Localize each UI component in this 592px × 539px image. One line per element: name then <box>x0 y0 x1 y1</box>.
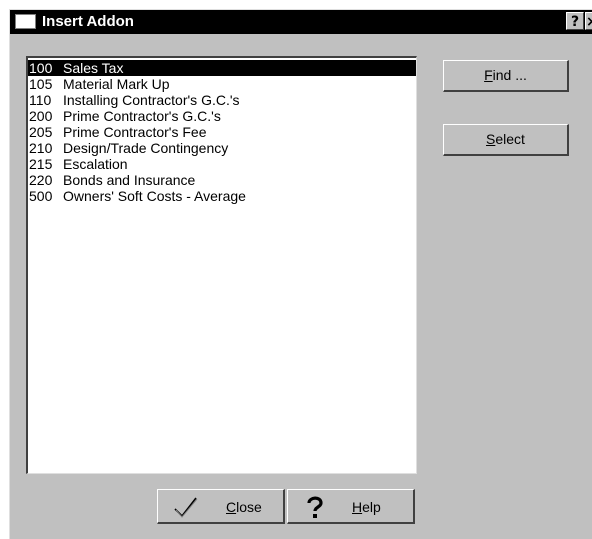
checkmark-icon <box>174 497 198 518</box>
list-item[interactable]: 205 Prime Contractor's Fee <box>28 124 416 140</box>
addon-listbox[interactable]: 100 Sales Tax 105 Material Mark Up 110 Inst… <box>26 56 417 474</box>
addon-label: Bonds and Insurance <box>63 172 196 188</box>
addon-code: 210 <box>29 140 53 156</box>
question-mark-icon <box>307 496 323 518</box>
list-item[interactable]: 210 Design/Trade Contingency <box>28 140 416 156</box>
addon-code: 215 <box>29 156 53 172</box>
addon-label: Sales Tax <box>63 60 124 76</box>
list-item[interactable]: 200 Prime Contractor's G.C.'s <box>28 108 416 124</box>
list-item[interactable]: 105 Material Mark Up <box>28 76 416 92</box>
addon-code: 220 <box>29 172 53 188</box>
addon-label: Prime Contractor's Fee <box>63 124 207 140</box>
list-item[interactable]: 110 Installing Contractor's G.C.'s <box>28 92 416 108</box>
help-button[interactable]: Help <box>287 489 415 524</box>
window-title: Insert Addon <box>42 13 134 30</box>
addon-code: 110 <box>29 92 52 108</box>
addon-label: Design/Trade Contingency <box>63 140 229 156</box>
find-accel: F <box>484 67 493 83</box>
addon-code: 105 <box>29 76 53 92</box>
select-button[interactable]: Select <box>443 124 569 156</box>
addon-code: 100 <box>29 60 53 76</box>
help-label: elp <box>362 499 381 515</box>
insert-addon-dialog: Insert Addon ? × 100 Sales Tax 105 Materia… <box>9 9 592 539</box>
list-item[interactable]: 100 Sales Tax <box>28 60 416 76</box>
title-bar[interactable]: Insert Addon ? × <box>10 10 592 34</box>
addon-label: Owners' Soft Costs - Average <box>63 188 246 204</box>
addon-code: 500 <box>29 188 53 204</box>
addon-label: Escalation <box>63 156 128 172</box>
addon-label: Material Mark Up <box>63 76 170 92</box>
list-item[interactable]: 500 Owners' Soft Costs - Average <box>28 188 416 204</box>
find-label: ind ... <box>492 67 527 83</box>
list-item[interactable]: 220 Bonds and Insurance <box>28 172 416 188</box>
close-label: lose <box>236 499 262 515</box>
addon-code: 200 <box>29 108 53 124</box>
help-title-button[interactable]: ? <box>566 12 584 30</box>
close-title-button[interactable]: × <box>585 12 592 30</box>
find-button[interactable]: Find ... <box>443 60 569 92</box>
addon-code: 205 <box>29 124 53 140</box>
addon-label: Prime Contractor's G.C.'s <box>63 108 221 124</box>
addon-label: Installing Contractor's G.C.'s <box>63 92 240 108</box>
close-button[interactable]: Close <box>157 489 285 524</box>
close-accel: C <box>226 499 237 515</box>
window-icon <box>15 14 36 29</box>
select-label: elect <box>495 131 525 147</box>
select-accel: S <box>486 131 496 147</box>
help-accel: H <box>352 499 363 515</box>
list-item[interactable]: 215 Escalation <box>28 156 416 172</box>
